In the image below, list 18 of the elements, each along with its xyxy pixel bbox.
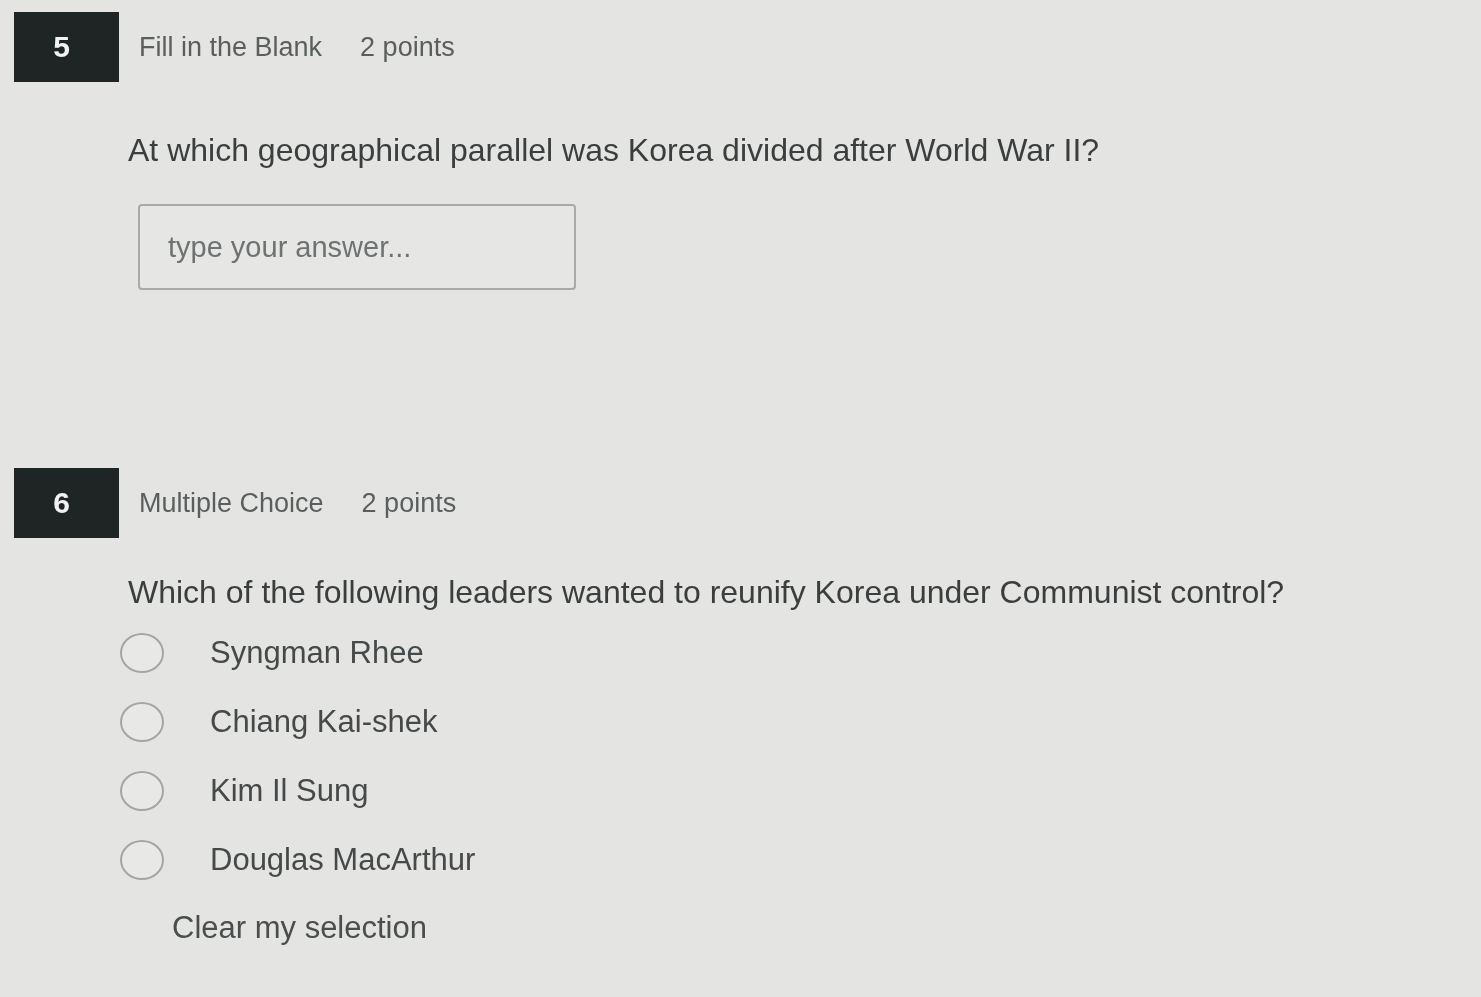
question-points: 2 points [360, 31, 455, 63]
question-number: 6 [14, 468, 119, 538]
question-type: Multiple Choice [139, 487, 324, 519]
radio-button[interactable] [120, 701, 164, 742]
question-type: Fill in the Blank [139, 31, 323, 63]
clear-selection-link[interactable]: Clear my selection [172, 910, 427, 946]
radio-button[interactable] [120, 770, 164, 811]
radio-button[interactable] [120, 632, 164, 673]
answer-field[interactable]: type your answer... [138, 204, 576, 290]
question-number: 5 [14, 12, 119, 82]
option-label[interactable]: Syngman Rhee [210, 634, 424, 671]
question-prompt: At which geographical parallel was Korea divided after World War II? [128, 131, 1100, 170]
option-label[interactable]: Kim Il Sung [210, 772, 369, 809]
option-label[interactable]: Chiang Kai-shek [210, 703, 438, 740]
option-label[interactable]: Douglas MacArthur [210, 841, 476, 878]
question-points: 2 points [361, 487, 457, 519]
radio-button[interactable] [120, 839, 164, 880]
question-prompt: Which of the following leaders wanted to reunify Korea under Communist control? [128, 573, 1285, 612]
